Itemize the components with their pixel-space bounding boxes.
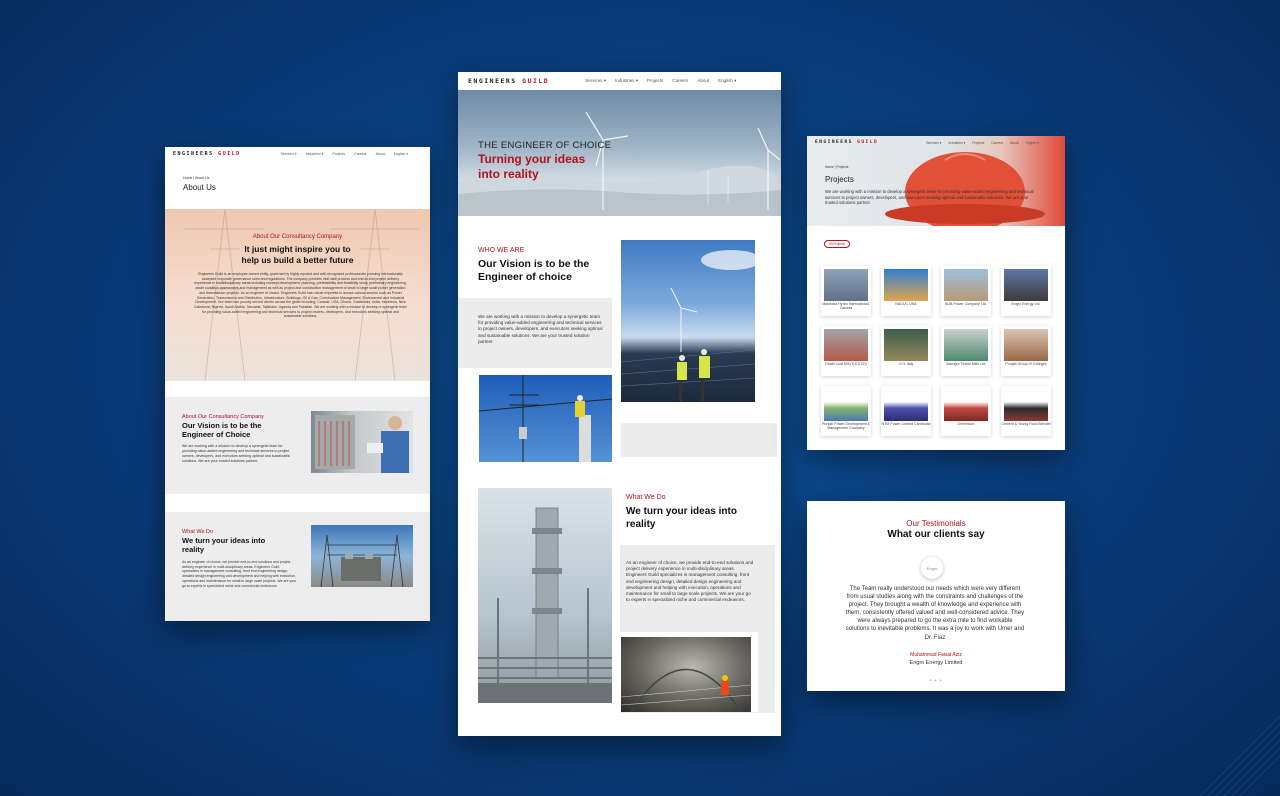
what-body: As an engineer of choice, we provide end… <box>626 560 754 603</box>
testimonial-quote: The Team really understood our needs whi… <box>845 586 1025 641</box>
engineer-panel-photo <box>311 411 413 473</box>
carousel-dots[interactable]: • • • <box>807 678 1065 684</box>
whatwedo-section: What We Do We turn your ideas into reali… <box>165 512 430 621</box>
project-card[interactable]: Dhabi Coal Mill (K-ES Ch) <box>821 326 871 376</box>
testimonial-company: Engro Energy Limited <box>909 660 963 666</box>
refinery-photo <box>478 488 612 703</box>
nav-item-careers[interactable]: Careers <box>991 141 1003 145</box>
decor-box-right <box>621 423 777 457</box>
project-card[interactable]: BUB Power Company Ltd. <box>941 266 991 316</box>
hero-kicker: THE ENGINEER OF CHOICE <box>478 140 612 151</box>
what-heading-line2: reality <box>626 519 656 530</box>
hero-heading-line2: help us build a better future <box>241 255 354 265</box>
what-kicker: What We Do <box>626 494 666 501</box>
nav-item-services[interactable]: Services ▾ <box>585 78 606 84</box>
nav-item-language[interactable]: English ▾ <box>718 78 736 84</box>
testimonials-heading: What our clients say <box>887 529 985 540</box>
hero-kicker: About Our Consultancy Company <box>252 234 343 240</box>
nav-item-services[interactable]: Services ▾ <box>280 152 296 156</box>
nav-item-careers[interactable]: Careers <box>672 78 688 84</box>
testimonials-card: Our Testimonials What our clients say En… <box>807 501 1065 691</box>
nav-menu: Services ▾ Industries ▾ Projects Careers… <box>926 141 1039 145</box>
home-navbar: ENGINEERS GUILD Services ▾ Industries ▾ … <box>458 72 781 90</box>
project-card[interactable]: Punjab Group of Colleges <box>1001 326 1051 376</box>
projects-grid: Manitoba Hydro International, Canada NAD… <box>821 266 1051 436</box>
nav-item-about[interactable]: About <box>1010 141 1019 145</box>
projects-intro: We are working with a mission to develop… <box>825 189 1034 206</box>
lineman-photo <box>479 375 612 462</box>
logo[interactable]: ENGINEERS GUILD <box>173 151 241 157</box>
home-page-card: ENGINEERS GUILD Services ▾ Industries ▾ … <box>458 72 781 736</box>
vision-heading-line1: Our Vision is to be the <box>182 421 262 430</box>
breadcrumb: Home | About Us <box>183 176 210 180</box>
about-navbar: ENGINEERS GUILD Services ▾ Industries ▾ … <box>165 147 430 161</box>
lineman-illustration <box>479 375 612 462</box>
nav-item-about[interactable]: About <box>697 78 709 84</box>
hero-heading-line1: Turning your ideas <box>478 152 586 166</box>
logo[interactable]: ENGINEERS GUILD <box>815 140 878 145</box>
client-logo-text: Engro <box>926 565 938 571</box>
refinery-illustration <box>478 507 612 703</box>
project-card[interactable]: Zahidjee Textile Mills Ltd. <box>941 326 991 376</box>
project-card[interactable]: Punjab Power Development & Management Co… <box>821 386 871 436</box>
breadcrumb: Home | Projects <box>825 165 849 169</box>
vision-kicker: About Our Consultancy Company <box>182 414 264 420</box>
project-card[interactable]: NTM Power Limited Cambodia <box>881 386 931 436</box>
nav-item-language[interactable]: English ▾ <box>1026 141 1039 145</box>
substation-illustration <box>320 534 404 587</box>
project-card[interactable]: CCL Italy <box>881 326 931 376</box>
home-hero: THE ENGINEER OF CHOICE Turning your idea… <box>458 90 781 216</box>
nav-item-language[interactable]: English ▾ <box>394 152 408 156</box>
solar-engineers-illustration <box>621 250 755 402</box>
nav-item-projects[interactable]: Projects <box>972 141 984 145</box>
solar-engineers-photo <box>621 240 755 402</box>
substation-photo <box>311 525 413 587</box>
hero-heading-line1: It just might inspire you to <box>244 244 351 254</box>
who-body: We are working with a mission to develop… <box>478 314 603 344</box>
engineer-panel-illustration <box>315 415 409 473</box>
nav-item-projects[interactable]: Projects <box>647 78 663 84</box>
tunnel-illustration <box>621 668 751 712</box>
page-title: Projects <box>825 175 854 184</box>
who-heading-line1: Our Vision is to be the <box>478 258 590 270</box>
nav-item-industries[interactable]: Industries ▾ <box>306 152 324 156</box>
filter-all-projects[interactable]: All Projects <box>824 240 850 248</box>
logo[interactable]: ENGINEERS GUILD <box>468 77 549 85</box>
vision-section: About Our Consultancy Company Our Vision… <box>165 397 430 494</box>
project-card[interactable]: Cement & Young Food Blender <box>1001 386 1051 436</box>
whatwedo-kicker: What We Do <box>182 529 214 535</box>
about-page-card: ENGINEERS GUILD Services ▾ Industries ▾ … <box>165 147 430 621</box>
hero-body: Engineers Guild is an employee owned ent… <box>193 272 408 319</box>
whatwedo-heading-line1: We turn your ideas into <box>182 536 266 545</box>
project-card[interactable]: NADUC USA <box>881 266 931 316</box>
nav-menu: Services ▾ Industries ▾ Projects Careers… <box>280 152 408 156</box>
nav-item-services[interactable]: Services ▾ <box>926 141 941 145</box>
nav-item-industries[interactable]: Industries ▾ <box>948 141 965 145</box>
whatwedo-heading-line2: reality <box>182 545 205 554</box>
who-kicker: WHO WE ARE <box>478 247 525 254</box>
projects-navbar: ENGINEERS GUILD Services ▾ Industries ▾ … <box>807 136 1065 149</box>
about-hero: About Our Consultancy Company It just mi… <box>165 209 430 381</box>
nav-item-about[interactable]: About <box>376 152 385 156</box>
vision-body: We are working with a mission to develop… <box>182 444 290 463</box>
testimonials-kicker: Our Testimonials <box>906 519 966 528</box>
whatwedo-body: As an engineer of choice, we provide end… <box>182 560 297 588</box>
client-avatar: Engro <box>921 557 943 579</box>
nav-item-industries[interactable]: Industries ▾ <box>615 78 638 84</box>
project-card[interactable]: Engro Energy Ltd. <box>1001 266 1051 316</box>
project-card[interactable]: Dimension <box>941 386 991 436</box>
page-title: About Us <box>183 183 216 192</box>
projects-page-card: ENGINEERS GUILD Services ▾ Industries ▾ … <box>807 136 1065 450</box>
tunnel-photo <box>621 637 751 712</box>
decorative-lines <box>1199 716 1280 796</box>
nav-item-projects[interactable]: Projects <box>333 152 346 156</box>
nav-item-careers[interactable]: Careers <box>354 152 366 156</box>
nav-menu: Services ▾ Industries ▾ Projects Careers… <box>585 78 736 84</box>
hero-heading-line2: into reality <box>478 167 539 181</box>
testimonial-author: Muhammad Faisal Aziz <box>910 652 962 658</box>
project-card[interactable]: Manitoba Hydro International, Canada <box>821 266 871 316</box>
what-heading-line1: We turn your ideas into <box>626 506 737 517</box>
who-heading-line2: Engineer of choice <box>478 271 572 283</box>
vision-heading-line2: Engineer of Choice <box>182 430 251 439</box>
